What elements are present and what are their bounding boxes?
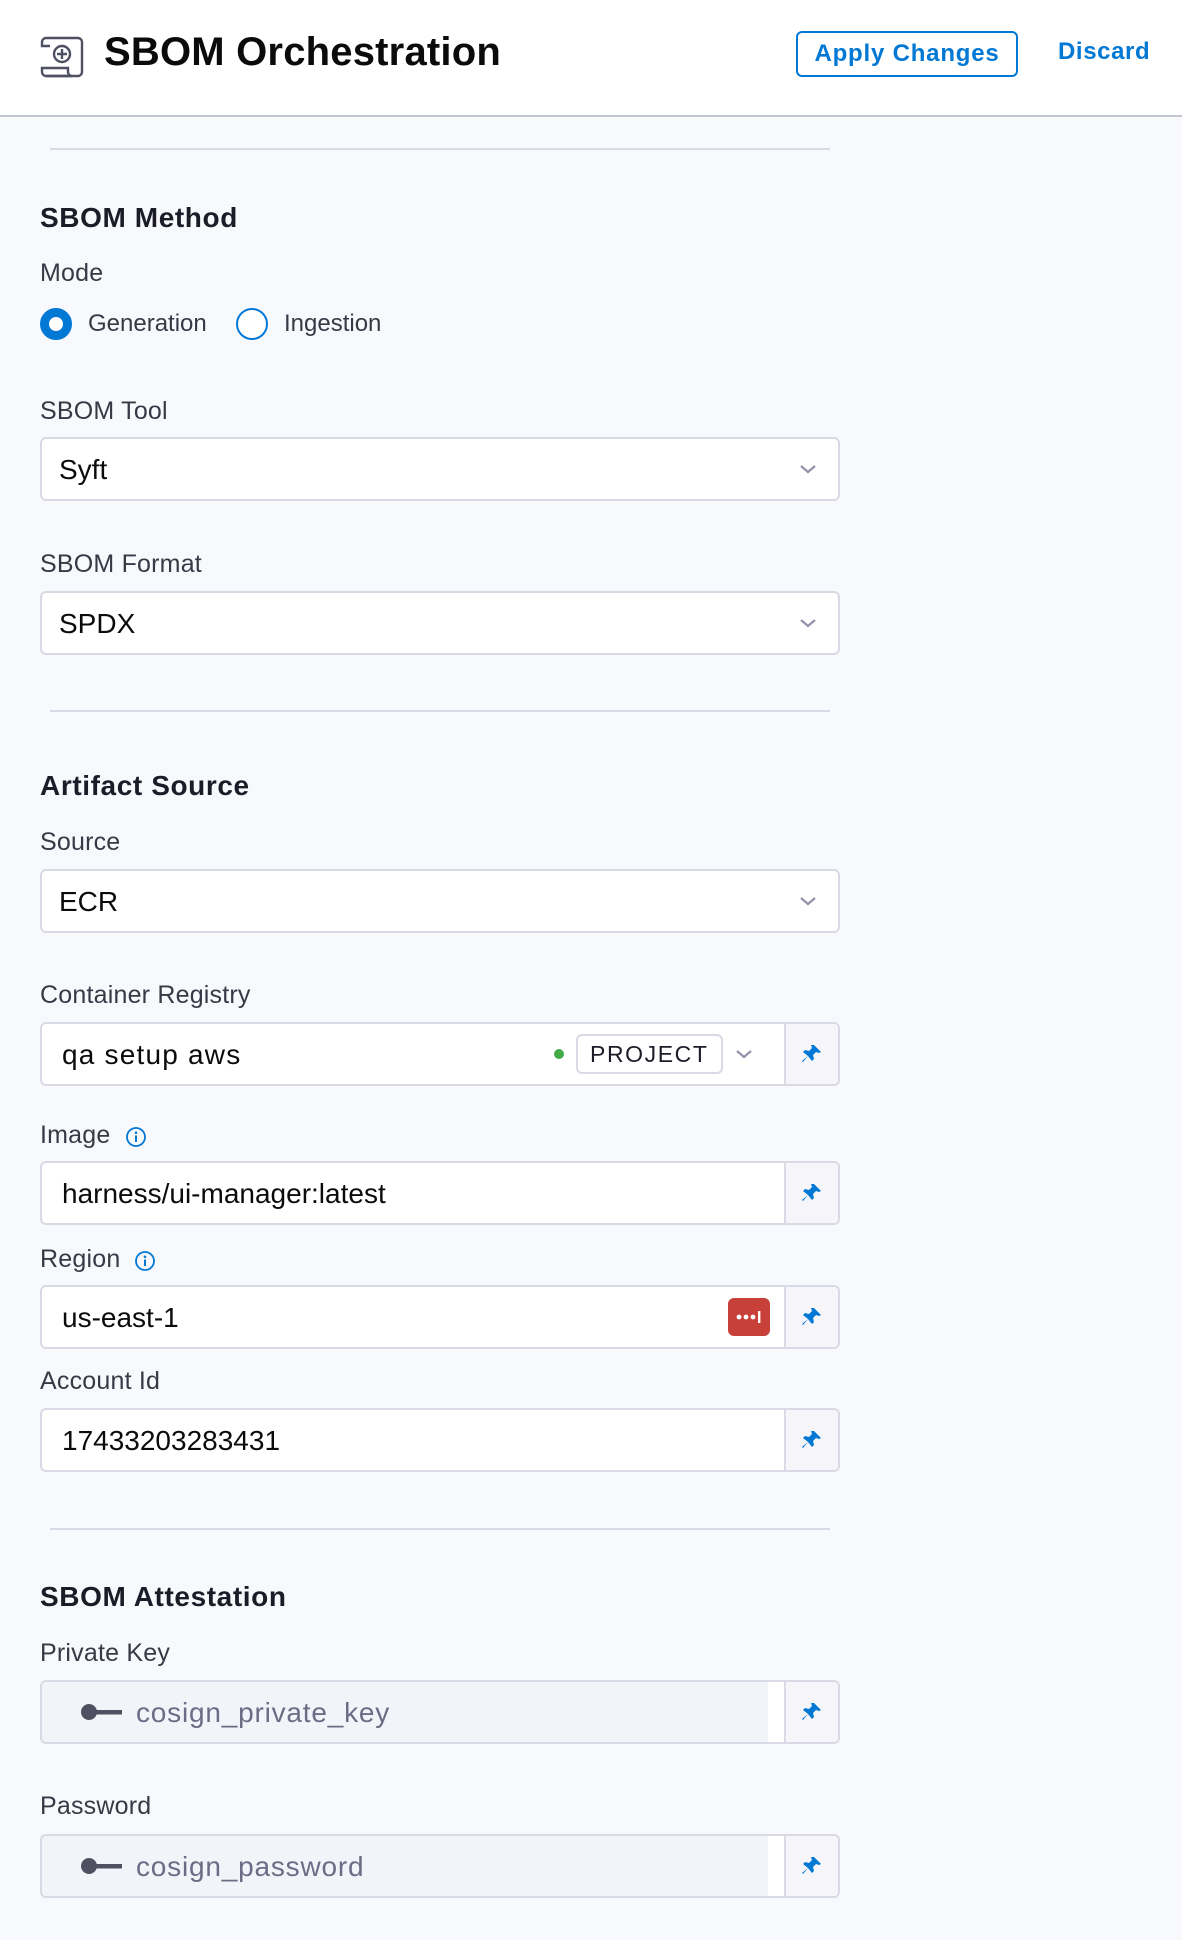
discard-button[interactable]: Discard bbox=[1058, 38, 1150, 66]
section-title-artifact-source: Artifact Source bbox=[40, 770, 250, 801]
radio-generation-label[interactable]: Generation bbox=[88, 310, 207, 338]
runtime-input-pin-button[interactable] bbox=[784, 1836, 838, 1896]
section-divider bbox=[50, 1528, 830, 1530]
sbom-format-value: SPDX bbox=[59, 608, 136, 639]
section-divider bbox=[50, 710, 830, 712]
section-title-sbom-attestation: SBOM Attestation bbox=[40, 1581, 287, 1612]
private-key-field[interactable]: cosign_private_key bbox=[40, 1680, 840, 1744]
password-label: Password bbox=[40, 1792, 152, 1820]
region-field[interactable]: us-east-1 bbox=[40, 1285, 840, 1349]
chevron-down-icon bbox=[800, 897, 816, 906]
image-field[interactable]: harness/ui-manager:latest bbox=[40, 1161, 840, 1225]
info-icon[interactable] bbox=[134, 1250, 156, 1272]
field-separator bbox=[768, 1836, 784, 1896]
page-header: SBOM Orchestration Apply Changes Discard bbox=[0, 0, 1182, 117]
image-value: harness/ui-manager:latest bbox=[62, 1178, 386, 1209]
section-title-sbom-method: SBOM Method bbox=[40, 202, 238, 233]
section-divider bbox=[50, 148, 830, 150]
sbom-tool-value: Syft bbox=[59, 454, 108, 485]
key-icon bbox=[81, 1858, 122, 1874]
runtime-input-pin-button[interactable] bbox=[784, 1024, 838, 1084]
info-icon[interactable] bbox=[125, 1126, 147, 1148]
chevron-down-icon[interactable] bbox=[732, 1042, 756, 1066]
page-title: SBOM Orchestration bbox=[104, 30, 501, 74]
pin-icon bbox=[802, 1703, 821, 1720]
mode-label: Mode bbox=[40, 259, 104, 287]
radio-ingestion-label[interactable]: Ingestion bbox=[284, 310, 381, 338]
account-id-value: 17433203283431 bbox=[62, 1425, 281, 1456]
source-value: ECR bbox=[59, 886, 119, 917]
sbom-document-icon bbox=[40, 36, 84, 78]
private-key-label: Private Key bbox=[40, 1639, 171, 1667]
radio-ingestion[interactable] bbox=[236, 308, 268, 340]
region-value: us-east-1 bbox=[62, 1302, 179, 1333]
source-label: Source bbox=[40, 828, 121, 856]
sbom-tool-label: SBOM Tool bbox=[40, 397, 168, 425]
pin-icon bbox=[802, 1431, 821, 1448]
field-separator bbox=[768, 1682, 784, 1742]
connection-status-dot bbox=[554, 1049, 564, 1059]
pin-icon bbox=[802, 1045, 821, 1062]
region-label: Region bbox=[40, 1245, 121, 1273]
account-id-field[interactable]: 17433203283431 bbox=[40, 1408, 840, 1472]
container-registry-label: Container Registry bbox=[40, 981, 251, 1009]
radio-generation[interactable] bbox=[40, 308, 72, 340]
runtime-input-pin-button[interactable] bbox=[784, 1682, 838, 1742]
sbom-format-select[interactable]: SPDX bbox=[40, 591, 840, 655]
apply-changes-button[interactable]: Apply Changes bbox=[796, 31, 1018, 77]
scope-badge: PROJECT bbox=[576, 1034, 723, 1074]
pin-icon bbox=[802, 1308, 821, 1325]
runtime-input-pin-button[interactable] bbox=[784, 1163, 838, 1223]
password-field[interactable]: cosign_password bbox=[40, 1834, 840, 1898]
sbom-format-label: SBOM Format bbox=[40, 550, 202, 578]
pin-icon bbox=[802, 1184, 821, 1201]
sbom-tool-select[interactable]: Syft bbox=[40, 437, 840, 501]
image-label: Image bbox=[40, 1121, 111, 1149]
private-key-value: cosign_private_key bbox=[136, 1697, 391, 1728]
source-select[interactable]: ECR bbox=[40, 869, 840, 933]
runtime-input-pin-button[interactable] bbox=[784, 1410, 838, 1470]
pin-icon bbox=[802, 1857, 821, 1874]
password-manager-icon[interactable] bbox=[728, 1298, 770, 1336]
chevron-down-icon bbox=[800, 619, 816, 628]
account-id-label: Account Id bbox=[40, 1367, 161, 1395]
container-registry-value: qa setup aws bbox=[62, 1039, 242, 1070]
runtime-input-pin-button[interactable] bbox=[784, 1287, 838, 1347]
key-icon bbox=[81, 1704, 122, 1720]
chevron-down-icon bbox=[800, 465, 816, 474]
password-value: cosign_password bbox=[136, 1851, 365, 1882]
container-registry-field[interactable]: qa setup aws PROJECT bbox=[40, 1022, 840, 1086]
